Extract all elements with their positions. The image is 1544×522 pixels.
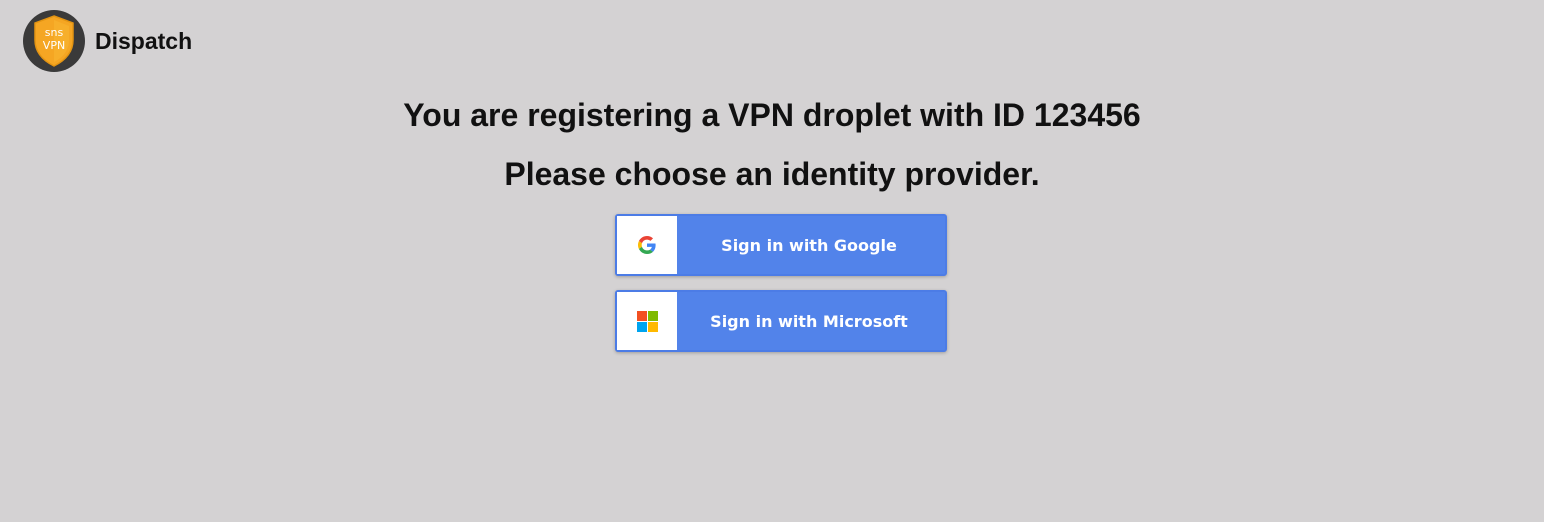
microsoft-logo-icon xyxy=(636,310,658,332)
page-title: You are registering a VPN droplet with I… xyxy=(403,97,1141,133)
page-subtitle: Please choose an identity provider. xyxy=(504,156,1040,192)
logo-text-bottom: VPN xyxy=(43,39,65,52)
app-name[interactable]: Dispatch xyxy=(95,28,192,55)
google-g-icon xyxy=(638,236,656,254)
google-signin-button[interactable]: Sign in with Google xyxy=(615,214,947,276)
google-signin-label: Sign in with Google xyxy=(721,235,897,255)
shield-icon: sns VPN xyxy=(34,15,74,67)
microsoft-signin-button[interactable]: Sign in with Microsoft xyxy=(615,290,947,352)
logo-text-top: sns xyxy=(45,26,64,39)
google-icon-box xyxy=(617,216,677,274)
brand: sns VPN Dispatch xyxy=(23,10,192,72)
microsoft-icon-box xyxy=(617,292,677,350)
microsoft-signin-label: Sign in with Microsoft xyxy=(710,311,908,331)
snsvpn-logo[interactable]: sns VPN xyxy=(23,10,85,72)
